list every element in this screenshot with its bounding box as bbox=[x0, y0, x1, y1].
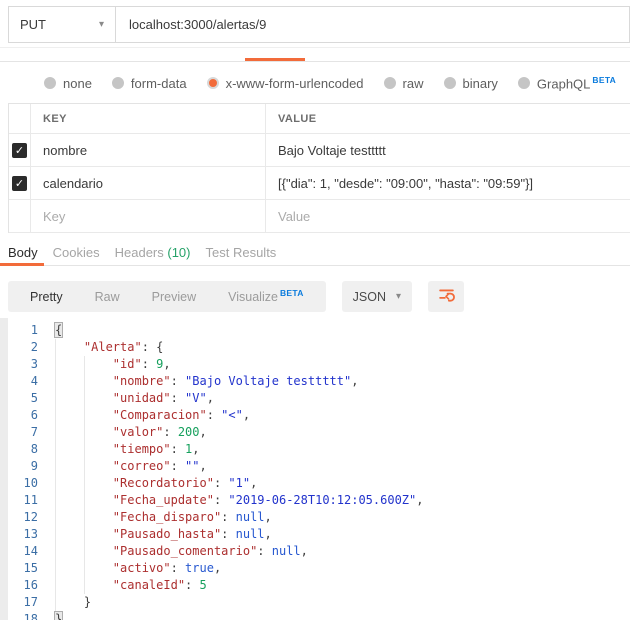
radio-binary[interactable]: binary bbox=[444, 76, 498, 91]
table-row: ✓ nombre Bajo Voltaje testtttt bbox=[9, 134, 630, 167]
chevron-down-icon: ▾ bbox=[99, 20, 104, 30]
headers-count-badge: (10) bbox=[167, 245, 190, 260]
radio-icon bbox=[384, 77, 396, 89]
line-number: 12 bbox=[8, 509, 38, 526]
line-number: 5 bbox=[8, 390, 38, 407]
radio-form-data[interactable]: form-data bbox=[112, 76, 187, 91]
value-placeholder-cell[interactable]: Value bbox=[266, 200, 630, 233]
code-line: 8 "tiempo": 1, bbox=[8, 441, 630, 458]
checkbox-cell: ✓ bbox=[9, 134, 31, 167]
mode-raw[interactable]: Raw bbox=[79, 290, 136, 304]
line-number: 9 bbox=[8, 458, 38, 475]
tab-headers[interactable]: Headers (10) bbox=[115, 245, 191, 260]
code-lines: 1{2 "Alerta": {3 "id": 9,4 "nombre": "Ba… bbox=[8, 322, 630, 620]
line-number: 1 bbox=[8, 322, 38, 339]
line-number: 16 bbox=[8, 577, 38, 594]
method-select[interactable]: PUT ▾ bbox=[9, 7, 116, 42]
format-select[interactable]: JSON ▾ bbox=[342, 281, 412, 312]
code-line: 2 "Alerta": { bbox=[8, 339, 630, 356]
code-line: 17 } bbox=[8, 594, 630, 611]
radio-x-www-form-urlencoded[interactable]: x-www-form-urlencoded bbox=[207, 76, 364, 91]
line-number: 3 bbox=[8, 356, 38, 373]
checkbox-cell: ✓ bbox=[9, 167, 31, 200]
active-tab-indicator bbox=[245, 58, 305, 61]
key-placeholder-cell[interactable]: Key bbox=[31, 200, 266, 233]
mode-pretty[interactable]: Pretty bbox=[14, 290, 79, 304]
code-line: 11 "Fecha_update": "2019-06-28T10:12:05.… bbox=[8, 492, 630, 509]
response-view-toolbar: Pretty Raw Preview VisualizeBETA JSON ▾ bbox=[8, 281, 630, 312]
checkbox-checked-icon[interactable]: ✓ bbox=[12, 143, 27, 158]
chevron-down-icon: ▾ bbox=[396, 292, 401, 302]
wrap-text-button[interactable] bbox=[428, 281, 464, 312]
editor-left-strip bbox=[0, 318, 8, 620]
line-number: 14 bbox=[8, 543, 38, 560]
code-line: 9 "correo": "", bbox=[8, 458, 630, 475]
key-cell[interactable]: calendario bbox=[31, 167, 266, 200]
tab-body[interactable]: Body bbox=[8, 245, 38, 260]
response-tabs: Body Cookies Headers (10) Test Results bbox=[0, 240, 630, 266]
mode-visualize[interactable]: VisualizeBETA bbox=[212, 288, 320, 304]
active-tab-underline bbox=[0, 263, 44, 266]
code-line: 13 "Pausado_hasta": null, bbox=[8, 526, 630, 543]
tab-test-results[interactable]: Test Results bbox=[206, 245, 277, 260]
line-number: 8 bbox=[8, 441, 38, 458]
code-line: 5 "unidad": "V", bbox=[8, 390, 630, 407]
code-line: 3 "id": 9, bbox=[8, 356, 630, 373]
line-number: 6 bbox=[8, 407, 38, 424]
radio-selected-icon bbox=[207, 77, 219, 89]
code-line: 10 "Recordatorio": "1", bbox=[8, 475, 630, 492]
code-line: 14 "Pausado_comentario": null, bbox=[8, 543, 630, 560]
radio-none[interactable]: none bbox=[44, 76, 92, 91]
line-number: 18 bbox=[8, 611, 38, 620]
line-number: 7 bbox=[8, 424, 38, 441]
params-table: KEY VALUE ✓ nombre Bajo Voltaje testtttt… bbox=[8, 103, 630, 233]
value-cell[interactable]: [{"dia": 1, "desde": "09:00", "hasta": "… bbox=[266, 167, 630, 200]
code-line: 6 "Comparacion": "<", bbox=[8, 407, 630, 424]
code-line: 4 "nombre": "Bajo Voltaje testtttt", bbox=[8, 373, 630, 390]
table-row: ✓ calendario [{"dia": 1, "desde": "09:00… bbox=[9, 167, 630, 200]
radio-icon bbox=[112, 77, 124, 89]
radio-icon bbox=[44, 77, 56, 89]
line-number: 15 bbox=[8, 560, 38, 577]
beta-badge: BETA bbox=[280, 288, 304, 298]
key-column-header: KEY bbox=[31, 104, 266, 134]
code-line: 15 "activo": true, bbox=[8, 560, 630, 577]
mode-preview[interactable]: Preview bbox=[136, 290, 212, 304]
line-number: 11 bbox=[8, 492, 38, 509]
table-header-row: KEY VALUE bbox=[9, 104, 630, 134]
body-type-options: none form-data x-www-form-urlencoded raw… bbox=[8, 63, 630, 103]
postman-window: PUT ▾ none form-data x-www-form-urlencod… bbox=[0, 0, 630, 620]
method-label: PUT bbox=[20, 17, 46, 32]
code-line: 1{ bbox=[8, 322, 630, 339]
code-line: 16 "canaleId": 5 bbox=[8, 577, 630, 594]
view-mode-switcher: Pretty Raw Preview VisualizeBETA bbox=[8, 281, 326, 312]
code-line: 7 "valor": 200, bbox=[8, 424, 630, 441]
url-input[interactable] bbox=[116, 7, 629, 42]
line-number: 13 bbox=[8, 526, 38, 543]
radio-icon bbox=[444, 77, 456, 89]
response-body-editor[interactable]: 1{2 "Alerta": {3 "id": 9,4 "nombre": "Ba… bbox=[0, 318, 630, 620]
beta-badge: BETA bbox=[592, 75, 616, 85]
wrap-text-icon bbox=[438, 286, 455, 308]
value-cell[interactable]: Bajo Voltaje testtttt bbox=[266, 134, 630, 167]
radio-graphql[interactable]: GraphQLBETA bbox=[518, 75, 616, 91]
key-cell[interactable]: nombre bbox=[31, 134, 266, 167]
line-number: 17 bbox=[8, 594, 38, 611]
request-bar: PUT ▾ bbox=[8, 6, 630, 43]
value-column-header: VALUE bbox=[266, 104, 630, 134]
checkbox-checked-icon[interactable]: ✓ bbox=[12, 176, 27, 191]
line-number: 10 bbox=[8, 475, 38, 492]
checkbox-cell bbox=[9, 200, 31, 233]
radio-raw[interactable]: raw bbox=[384, 76, 424, 91]
line-number: 4 bbox=[8, 373, 38, 390]
request-tabs-strip bbox=[0, 47, 630, 62]
code-line: 12 "Fecha_disparo": null, bbox=[8, 509, 630, 526]
line-number: 2 bbox=[8, 339, 38, 356]
header-checkbox-cell bbox=[9, 104, 31, 134]
code-line: 18} bbox=[8, 611, 630, 620]
tab-cookies[interactable]: Cookies bbox=[53, 245, 100, 260]
table-placeholder-row: Key Value bbox=[9, 200, 630, 233]
radio-icon bbox=[518, 77, 530, 89]
